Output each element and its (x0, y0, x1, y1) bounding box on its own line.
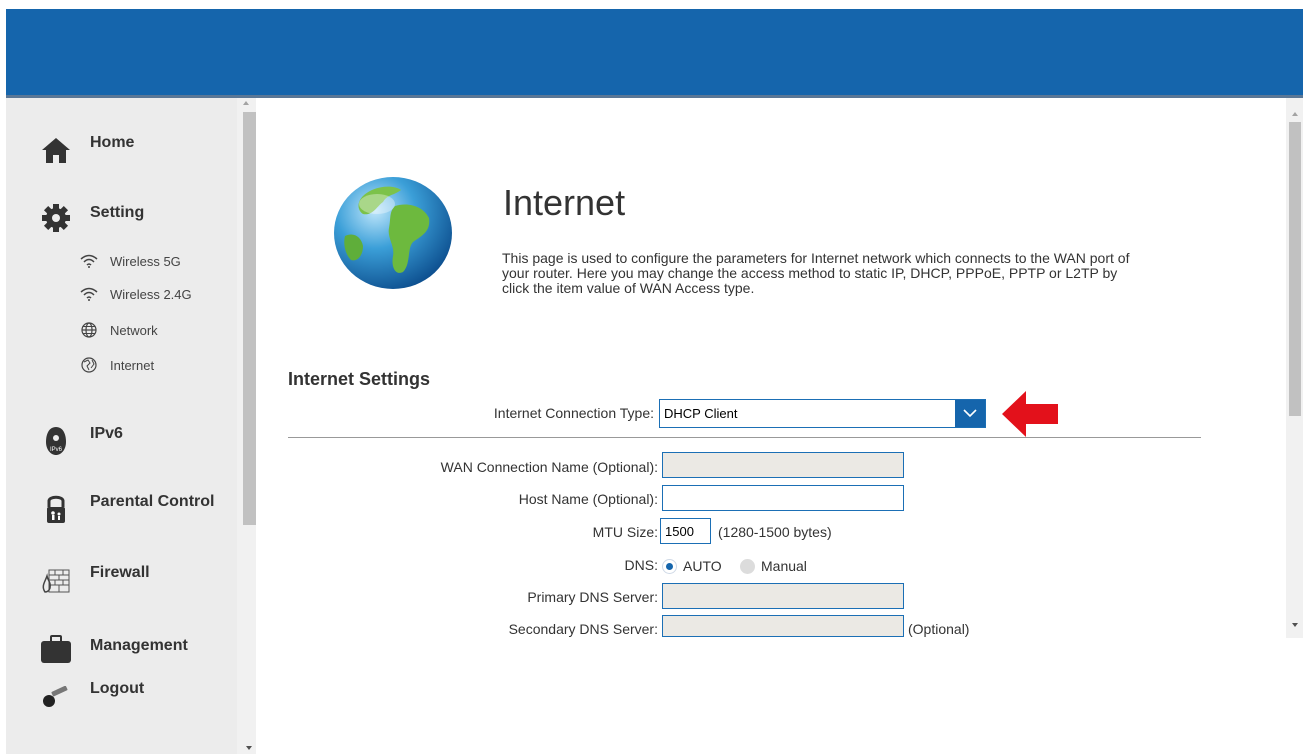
sidebar-subitem-label: Internet (110, 357, 155, 373)
chevron-down-icon[interactable] (955, 400, 985, 427)
sidebar-nav: Home Setting Wireless 5G Wireless 2.4G N… (6, 98, 256, 754)
connection-type-label: Internet Connection Type: (493, 405, 654, 421)
firewall-icon (40, 564, 72, 596)
connection-type-select[interactable]: DHCP Client (659, 399, 986, 428)
sidebar-subitem-internet[interactable]: Internet (78, 356, 154, 374)
secondary-dns-label: Secondary DNS Server: (508, 621, 658, 637)
briefcase-icon (40, 633, 72, 665)
wan-name-label: WAN Connection Name (Optional): (440, 459, 658, 475)
sidebar-item-label: IPv6 (90, 425, 123, 442)
mtu-hint: (1280-1500 bytes) (718, 524, 832, 540)
sidebar-subitem-label: Wireless 5G (110, 253, 181, 269)
mtu-label: MTU Size: (592, 524, 658, 540)
dns-manual-radio[interactable]: Manual (740, 558, 807, 574)
gear-icon (40, 202, 72, 234)
sidebar-item-label: Firewall (90, 564, 150, 581)
secondary-dns-hint: (Optional) (908, 621, 970, 637)
section-divider (288, 437, 1201, 438)
wifi-icon (78, 252, 100, 270)
radio-selected-icon (662, 558, 677, 574)
svg-text:IPv6: IPv6 (50, 447, 63, 453)
section-title: Internet Settings (288, 369, 431, 389)
main-scrollbar-thumb[interactable] (1289, 122, 1301, 416)
host-name-input[interactable] (662, 485, 904, 511)
secondary-dns-input[interactable] (662, 615, 904, 637)
primary-dns-input[interactable] (662, 583, 904, 609)
globe-image (333, 176, 453, 290)
sidebar-subitem-label: Wireless 2.4G (110, 286, 192, 302)
host-name-label: Host Name (Optional): (518, 491, 658, 507)
radio-unselected-icon (740, 558, 755, 574)
scroll-down-arrow-icon[interactable] (246, 746, 252, 750)
padlock-icon (40, 493, 72, 525)
page-description: This page is used to configure the param… (502, 250, 1130, 296)
dns-label: DNS: (624, 557, 658, 573)
ipv6-icon: IPv6 (40, 425, 72, 457)
wan-name-input[interactable] (662, 452, 904, 478)
page-title: Internet (503, 182, 626, 223)
dns-auto-label: AUTO (683, 558, 722, 574)
sidebar-item-label: Management (90, 637, 188, 654)
scroll-up-arrow-icon[interactable] (1292, 112, 1298, 116)
mtu-input[interactable] (660, 518, 711, 544)
connection-type-value: DHCP Client (664, 406, 738, 421)
sidebar-subitem-wireless-24g[interactable]: Wireless 2.4G (78, 285, 192, 303)
primary-dns-label: Primary DNS Server: (527, 589, 658, 605)
sidebar-subitem-label: Network (110, 322, 158, 338)
content-viewport-bottom (256, 637, 1286, 754)
key-icon (40, 682, 72, 714)
sidebar-subitem-wireless-5g[interactable]: Wireless 5G (78, 252, 181, 270)
globe-icon (78, 321, 100, 339)
wifi-icon (78, 285, 100, 303)
sidebar-item-label: Parental Control (90, 493, 215, 510)
globe-icon (78, 356, 100, 374)
home-icon (40, 134, 72, 166)
sidebar-item-label: Setting (90, 204, 145, 221)
sidebar-item-label: Logout (90, 680, 145, 697)
scroll-down-arrow-icon[interactable] (1292, 623, 1298, 627)
red-arrow-annotation (1000, 389, 1060, 444)
dns-auto-radio[interactable]: AUTO (662, 558, 722, 574)
sidebar-subitem-network[interactable]: Network (78, 321, 158, 339)
top-banner (6, 9, 1303, 97)
sidebar-item-label: Home (90, 134, 135, 151)
scroll-up-arrow-icon[interactable] (243, 101, 249, 105)
dns-manual-label: Manual (761, 558, 807, 574)
sidebar-scrollbar-thumb[interactable] (243, 112, 256, 525)
